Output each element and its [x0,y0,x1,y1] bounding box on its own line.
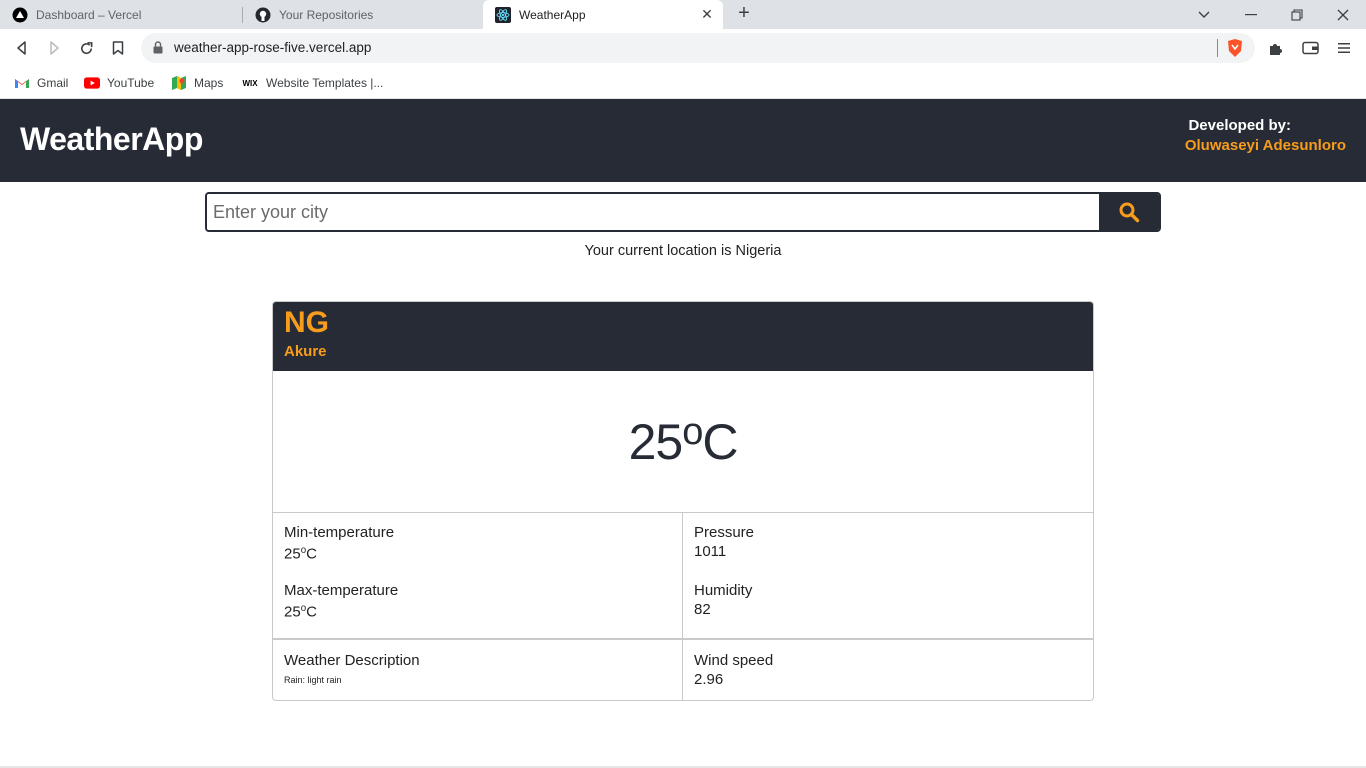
tab-your-repositories[interactable]: Your Repositories [243,0,483,29]
app-header: WeatherApp Developed by: Oluwaseyi Adesu… [0,99,1366,182]
tab-dashboard-vercel[interactable]: Dashboard – Vercel [0,0,243,29]
min-temp-value: 25oC [284,545,317,563]
city-name: Akure [284,343,327,360]
bookmark-youtube[interactable]: YouTube [84,73,154,93]
min-temp-label: Min-temperature [284,524,395,541]
extensions-puzzle-icon[interactable] [1266,38,1286,58]
bookmarks-bar: Gmail YouTube Maps WIX Website Templates… [0,67,1366,99]
max-temp-value: 25oC [284,603,317,621]
app-title: WeatherApp [20,121,203,157]
restore-window-icon[interactable] [1274,0,1320,29]
humidity-label: Humidity [694,582,753,599]
search-icon [1119,202,1140,223]
pressure-value: 1011 [694,543,727,560]
maps-icon [171,75,187,91]
weather-card: NG Akure 25 o C Min-temperature 25oC Max-t… [272,301,1094,701]
wind-value: 2.96 [694,671,724,688]
tab-title: Your Repositories [279,7,374,22]
developer-name: Oluwaseyi Adesunloro [1184,137,1346,154]
current-temperature: 25 o C [273,371,1093,512]
react-icon [495,6,511,23]
description-cell: Weather Description Rain: light rain [273,640,683,700]
current-location-text: Your current location is Nigeria [584,243,782,259]
gmail-icon [14,75,30,91]
forward-arrow-icon[interactable] [43,37,65,59]
address-bar[interactable]: weather-app-rose-five.vercel.app [141,33,1255,63]
youtube-icon [84,75,100,91]
weather-details-grid: Min-temperature 25oC Max-temperature 25o… [273,512,1093,700]
temperature-value: 25 [628,413,684,470]
developed-by-label: Developed by: [1188,117,1291,134]
new-tab-button[interactable]: + [733,3,755,25]
degree-symbol: o [682,411,703,453]
lock-icon [153,41,163,59]
temperature-range-cell: Min-temperature 25oC Max-temperature 25o… [273,513,683,640]
bookmark-website-templates[interactable]: WIX Website Templates |... [241,73,383,93]
pressure-humidity-cell: Pressure 1011 Humidity 82 [683,513,1093,640]
search-button[interactable] [1099,194,1159,230]
tab-weatherapp[interactable]: WeatherApp ✕ [483,0,723,29]
brave-shield-icon[interactable] [1226,38,1244,63]
url-text: weather-app-rose-five.vercel.app [174,40,372,55]
close-window-icon[interactable] [1320,0,1366,29]
menu-icon[interactable] [1334,38,1354,58]
back-arrow-icon[interactable] [11,37,33,59]
description-label: Weather Description [284,652,420,669]
wix-icon: WIX [242,78,258,88]
tab-search-chevron-icon[interactable] [1181,0,1227,29]
bookmark-gmail[interactable]: Gmail [14,73,68,93]
browser-toolbar: weather-app-rose-five.vercel.app [0,29,1366,67]
close-tab-icon[interactable]: ✕ [699,6,715,22]
city-search-input[interactable] [207,194,1099,230]
wind-label: Wind speed [694,652,774,669]
github-icon [255,7,271,23]
browser-tab-bar: Dashboard – Vercel Your Repositories Wea… [0,0,1366,29]
tab-title: WeatherApp [519,7,586,22]
max-temp-label: Max-temperature [284,582,399,600]
pressure-label: Pressure [694,524,755,541]
tab-title: Dashboard – Vercel [36,7,142,22]
reload-icon[interactable] [75,37,97,59]
city-search-form [205,192,1161,232]
weather-card-header: NG Akure [273,302,1093,371]
bookmark-maps[interactable]: Maps [171,73,223,93]
bookmark-icon[interactable] [107,37,129,59]
minimize-window-icon[interactable] [1228,0,1274,29]
humidity-value: 82 [694,601,711,618]
vercel-icon [12,7,28,23]
temperature-unit: C [702,413,738,470]
wallet-icon[interactable] [1300,38,1320,58]
country-code: NG [284,306,329,339]
description-value: Rain: light rain [284,675,342,685]
wind-cell: Wind speed 2.96 [683,640,1093,700]
